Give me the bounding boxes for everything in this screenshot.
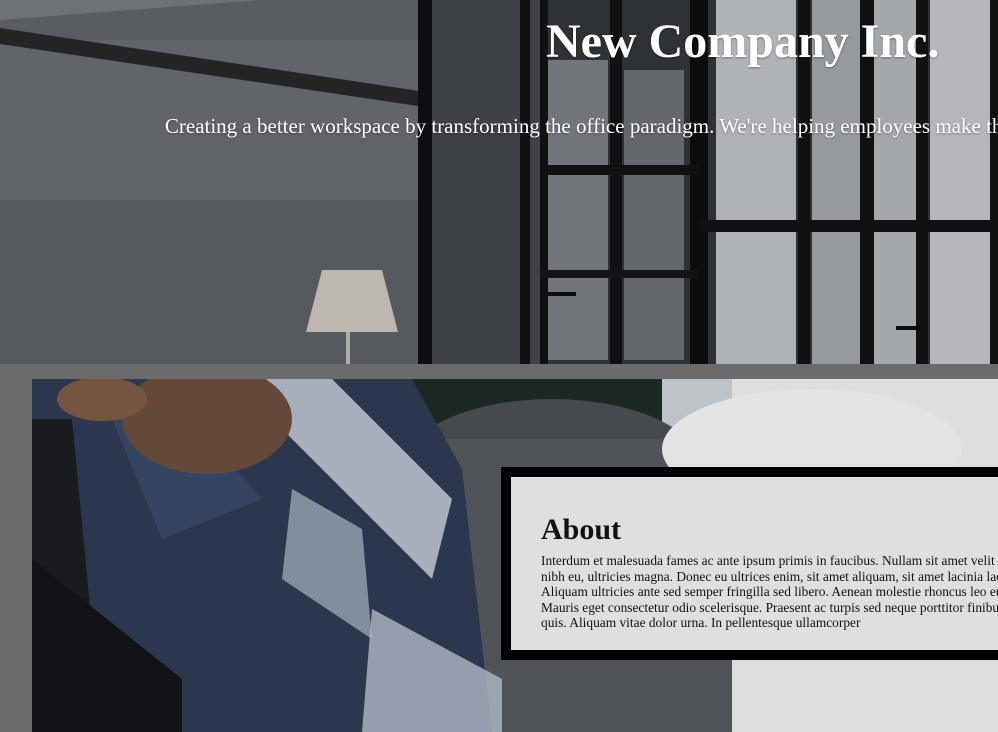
hero-tagline: Creating a better workspace by transform…	[164, 114, 998, 138]
about-heading: About	[541, 513, 622, 546]
about-card: About Interdum et malesuada fames ac ant…	[501, 467, 998, 660]
about-section: About Interdum et malesuada fames ac ant…	[32, 379, 998, 732]
about-body-text: Interdum et malesuada fames ac ante ipsu…	[541, 553, 998, 631]
hero-banner: New Company Inc. Creating a better works…	[0, 0, 998, 364]
page-title: New Company Inc.	[546, 15, 940, 68]
about-card-content: About Interdum et malesuada fames ac ant…	[511, 477, 998, 650]
hero-tagline-wrap: Creating a better workspace by transform…	[0, 114, 998, 170]
